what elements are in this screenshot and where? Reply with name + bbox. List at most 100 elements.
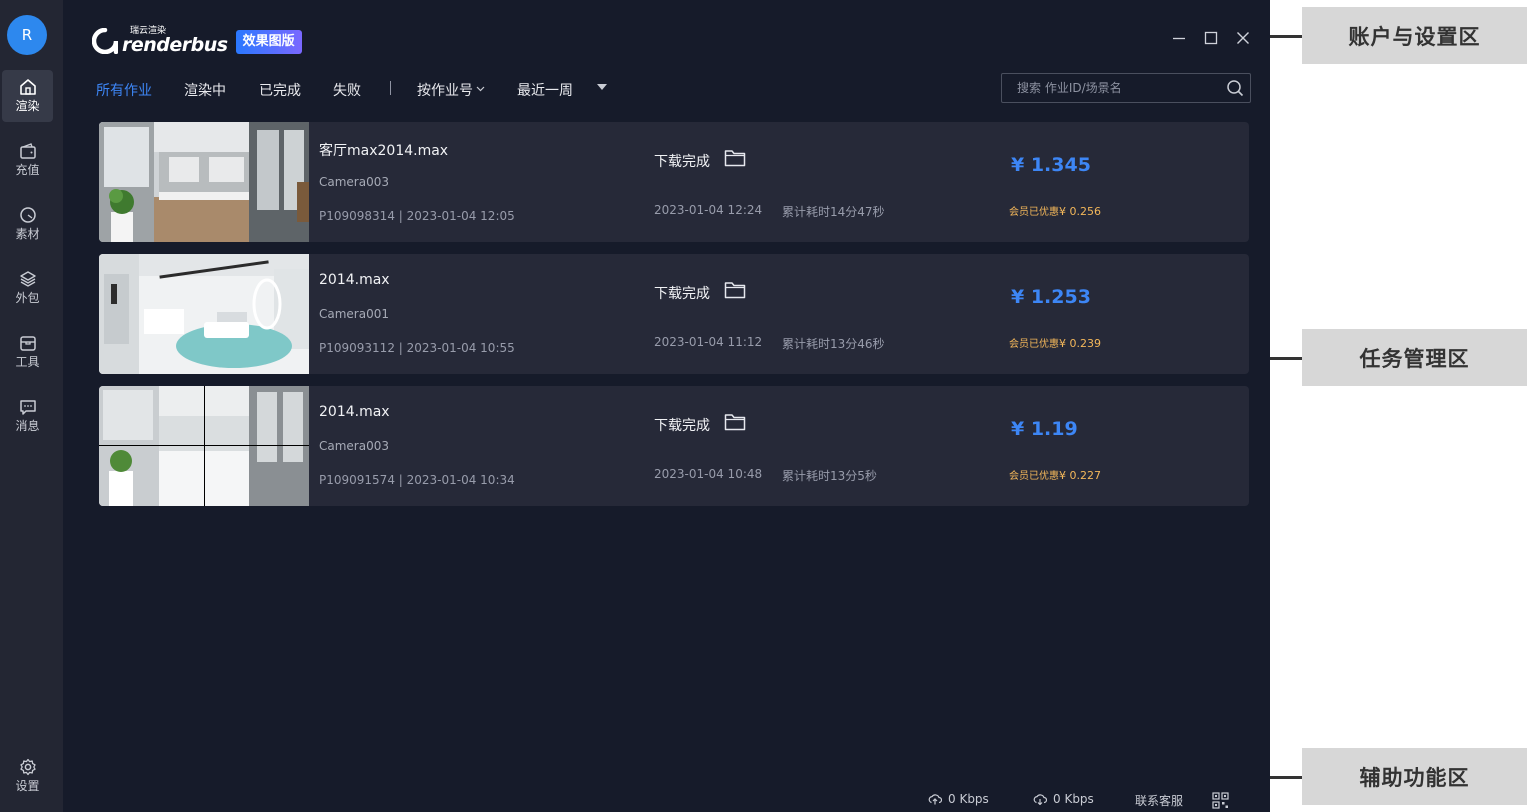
folder-icon[interactable] [724, 149, 746, 167]
job-status: 下载完成 [654, 286, 710, 302]
cloud-download-icon [1033, 794, 1047, 805]
tab-rendering[interactable]: 渲染中 [184, 80, 226, 100]
edition-badge: 效果图版 [235, 30, 302, 54]
job-card[interactable]: 客厅max2014.max Camera003 P109098314 | 202… [99, 122, 1249, 242]
sidebar-item-tools[interactable]: 工具 [2, 326, 53, 378]
finish-time: 2023-01-04 12:24 [654, 203, 763, 217]
sidebar-item-label: 充值 [15, 163, 40, 177]
sidebar-item-recharge[interactable]: 充值 [2, 134, 53, 186]
callout-account-settings: 账户与设置区 [1302, 7, 1527, 64]
tab-divider [390, 81, 391, 95]
qr-code-icon[interactable] [1212, 792, 1229, 809]
search-icon[interactable] [1226, 79, 1244, 97]
folder-icon[interactable] [724, 413, 746, 431]
app-window: R 渲染 充值 素材 外包 工具 消息 设置 瑞云渲染 renderbus 效果… [0, 0, 1270, 812]
sidebar-item-outsource[interactable]: 外包 [2, 262, 53, 314]
discount-value: ¥ 0.256 [1059, 205, 1101, 218]
logo-cn-text: 瑞云渲染 [130, 26, 167, 36]
download-speed: 0 Kbps [1033, 792, 1094, 806]
job-price: ¥ 1.253 [1011, 286, 1091, 308]
sidebar: R 渲染 充值 素材 外包 工具 消息 设置 [0, 0, 63, 812]
download-speed-value: 0 Kbps [1053, 792, 1094, 806]
discount-value: ¥ 0.239 [1059, 337, 1101, 350]
render-duration: 累计耗时13分5秒 [782, 469, 877, 483]
member-discount: 会员已优惠¥ 0.239 [1009, 335, 1101, 350]
white-kitchen-render-image [99, 386, 309, 506]
message-icon [19, 400, 36, 415]
render-duration: 累计耗时14分47秒 [782, 205, 885, 219]
kitchen-render-image [99, 122, 309, 242]
discount-label: 会员已优惠 [1009, 339, 1059, 350]
sidebar-item-label: 外包 [15, 291, 40, 305]
chevron-down-icon [476, 86, 485, 92]
callout-line [1270, 35, 1302, 38]
avatar[interactable]: R [7, 15, 47, 55]
folder-icon[interactable] [724, 281, 746, 299]
scene-file-name: 客厅max2014.max [319, 143, 449, 159]
sidebar-item-label: 消息 [15, 419, 40, 433]
callout-task-management: 任务管理区 [1302, 329, 1527, 386]
sort-dropdown-label: 按作业号 [417, 83, 473, 99]
maximize-icon[interactable] [1203, 30, 1219, 46]
scene-file-name: 2014.max [319, 272, 390, 288]
living-room-render-image [99, 254, 309, 374]
gear-icon [19, 758, 36, 776]
search-input[interactable] [1017, 80, 1217, 96]
sidebar-item-render[interactable]: 渲染 [2, 70, 53, 122]
job-card[interactable]: 2014.max Camera003 P109091574 | 2023-01-… [99, 386, 1249, 506]
cloud-upload-icon [928, 794, 942, 805]
time-range-dropdown[interactable]: 最近一周 [517, 80, 573, 100]
sort-dropdown[interactable]: 按作业号 [417, 80, 485, 100]
upload-speed: 0 Kbps [928, 792, 989, 806]
callout-line [1270, 357, 1302, 360]
callout-auxiliary-functions: 辅助功能区 [1302, 748, 1527, 805]
discount-label: 会员已优惠 [1009, 207, 1059, 218]
job-card[interactable]: 2014.max Camera001 P109093112 | 2023-01-… [99, 254, 1249, 374]
home-icon [19, 79, 36, 95]
wallet-icon [19, 143, 36, 159]
caret-down-icon[interactable] [597, 84, 607, 91]
sidebar-item-label: 设置 [15, 779, 40, 793]
time-range-label: 最近一周 [517, 83, 573, 99]
tab-completed[interactable]: 已完成 [259, 80, 301, 100]
callout-line [1270, 776, 1302, 779]
tab-all-jobs[interactable]: 所有作业 [96, 80, 152, 100]
sidebar-item-settings[interactable]: 设置 [2, 750, 53, 802]
render-duration: 累计耗时13分46秒 [782, 337, 885, 351]
job-status: 下载完成 [654, 154, 710, 170]
camera-name: Camera003 [319, 439, 389, 453]
job-id-submit-time: P109098314 | 2023-01-04 12:05 [319, 209, 515, 223]
sidebar-item-label: 渲染 [15, 99, 40, 113]
job-id-submit-time: P109093112 | 2023-01-04 10:55 [319, 341, 515, 355]
sidebar-item-material[interactable]: 素材 [2, 198, 53, 250]
minimize-icon[interactable] [1171, 30, 1187, 46]
app-logo: 瑞云渲染 renderbus 效果图版 [92, 26, 302, 56]
tab-failed[interactable]: 失败 [333, 80, 361, 100]
contact-support-label[interactable]: 联系客服 [1135, 792, 1183, 809]
sidebar-item-label: 素材 [15, 227, 40, 241]
finish-time: 2023-01-04 10:48 [654, 467, 763, 481]
discount-value: ¥ 0.227 [1059, 469, 1101, 482]
renderbus-logo-icon [92, 28, 118, 54]
render-thumbnail[interactable] [99, 254, 309, 374]
sidebar-item-label: 工具 [15, 355, 40, 369]
search-box [1001, 73, 1251, 103]
discount-label: 会员已优惠 [1009, 471, 1059, 482]
scene-file-name: 2014.max [319, 404, 390, 420]
render-thumbnail[interactable] [99, 386, 309, 506]
contact-support-link[interactable]: 联系客服 [1135, 792, 1183, 809]
sidebar-item-messages[interactable]: 消息 [2, 390, 53, 442]
material-icon [19, 207, 36, 223]
close-icon[interactable] [1235, 30, 1251, 46]
camera-name: Camera001 [319, 307, 389, 321]
camera-name: Camera003 [319, 175, 389, 189]
toolbox-icon [19, 336, 36, 351]
upload-speed-value: 0 Kbps [948, 792, 989, 806]
render-thumbnail[interactable] [99, 122, 309, 242]
layers-icon [19, 271, 36, 287]
job-price: ¥ 1.345 [1011, 154, 1091, 176]
job-id-submit-time: P109091574 | 2023-01-04 10:34 [319, 473, 515, 487]
member-discount: 会员已优惠¥ 0.256 [1009, 203, 1101, 218]
job-price: ¥ 1.19 [1011, 418, 1078, 440]
job-status: 下载完成 [654, 418, 710, 434]
